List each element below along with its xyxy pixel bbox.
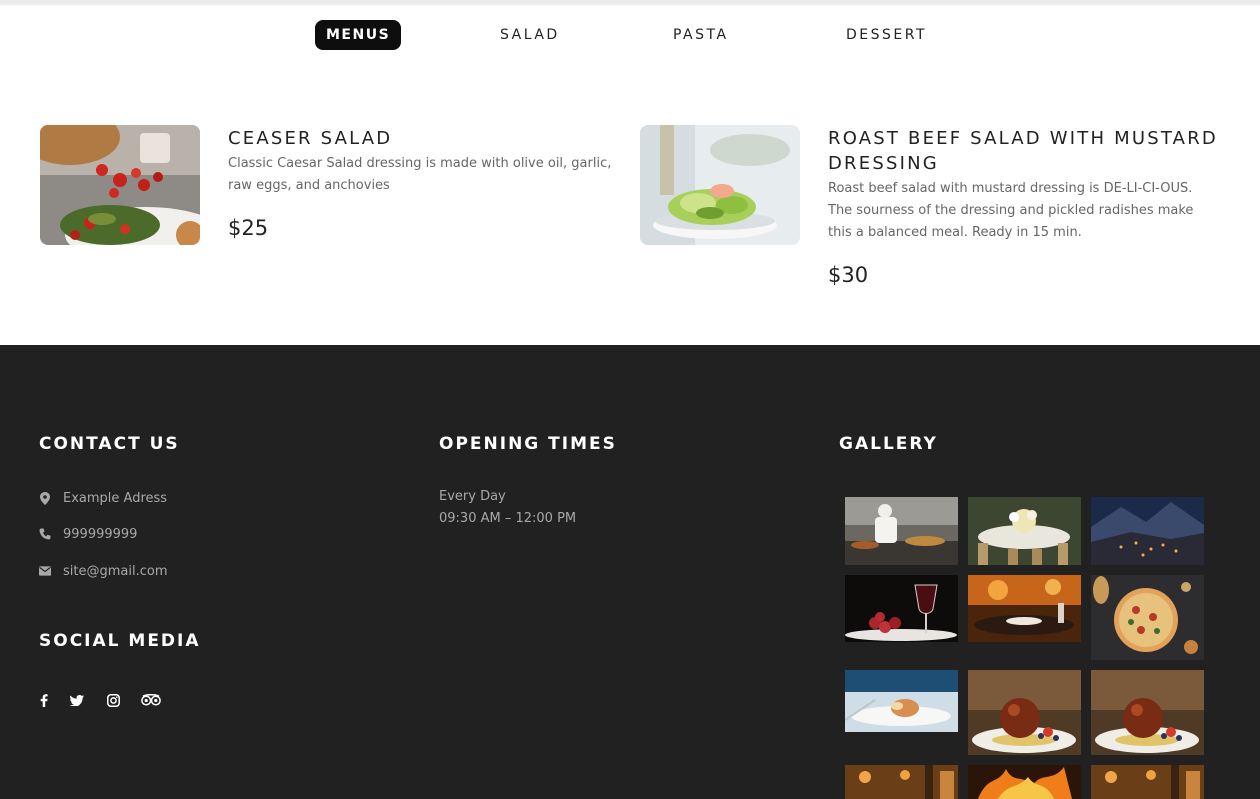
tab-menus[interactable]: MENUS bbox=[315, 20, 402, 50]
contact-phone-text: 999999999 bbox=[63, 526, 138, 542]
gallery-image-dessert[interactable] bbox=[1091, 670, 1204, 755]
site-footer: CONTACT US Example Adress 999999999 site… bbox=[0, 345, 1260, 799]
menu-item-description: Classic Caesar Salad dressing is made wi… bbox=[228, 156, 612, 193]
roast-beef-salad-image bbox=[640, 125, 800, 245]
gallery-image-grill-fire[interactable] bbox=[968, 765, 1081, 799]
tab-salad[interactable]: SALAD bbox=[500, 20, 560, 50]
gallery-image-plated-dish[interactable] bbox=[845, 670, 958, 732]
contact-email: site@gmail.com bbox=[39, 562, 167, 580]
menu-item-title: ROAST BEEF SALAD WITH MUSTARD DRESSING bbox=[828, 128, 1218, 174]
top-divider bbox=[0, 0, 1260, 5]
contact-address-text: Example Adress bbox=[63, 490, 168, 506]
phone-icon bbox=[39, 527, 51, 541]
tab-pasta[interactable]: PASTA bbox=[673, 20, 729, 50]
twitter-icon[interactable] bbox=[66, 692, 88, 708]
contact-heading: CONTACT US bbox=[39, 434, 180, 454]
instagram-icon[interactable] bbox=[102, 692, 124, 708]
opening-times-heading: OPENING TIMES bbox=[439, 434, 617, 454]
map-marker-icon bbox=[39, 491, 51, 505]
gallery-image-restaurant-interior[interactable] bbox=[845, 765, 958, 799]
opening-days: Every Day bbox=[439, 489, 506, 504]
gallery-image-pizza[interactable] bbox=[1091, 575, 1204, 660]
menu-item-price: $25 bbox=[228, 216, 269, 240]
contact-email-text[interactable]: site@gmail.com bbox=[63, 564, 167, 579]
tab-dessert[interactable]: DESSERT bbox=[846, 20, 927, 50]
tripadvisor-icon[interactable] bbox=[140, 692, 162, 708]
gallery-image-chef[interactable] bbox=[845, 497, 958, 565]
gallery-image-dessert[interactable] bbox=[968, 670, 1081, 755]
opening-hours: 09:30 AM – 12:00 PM bbox=[439, 511, 577, 526]
menu-item-title: CEASER SALAD bbox=[228, 128, 393, 149]
gallery-image-wine[interactable] bbox=[845, 575, 958, 642]
social-heading: SOCIAL MEDIA bbox=[39, 631, 201, 651]
contact-phone: 999999999 bbox=[39, 525, 137, 543]
gallery-heading: GALLERY bbox=[839, 434, 938, 454]
contact-address: Example Adress bbox=[39, 489, 167, 507]
facebook-icon[interactable] bbox=[33, 692, 55, 708]
gallery-image-restaurant-interior[interactable] bbox=[1091, 765, 1204, 799]
menu-item-price: $30 bbox=[828, 263, 869, 287]
gallery-image-banquet[interactable] bbox=[968, 497, 1081, 565]
menu-item-description: Roast beef salad with mustard dressing i… bbox=[828, 181, 1194, 240]
envelope-icon bbox=[39, 564, 51, 578]
caesar-salad-image bbox=[40, 125, 200, 245]
gallery-image-candlelight[interactable] bbox=[968, 575, 1081, 642]
gallery-image-mountain-village[interactable] bbox=[1091, 497, 1204, 565]
